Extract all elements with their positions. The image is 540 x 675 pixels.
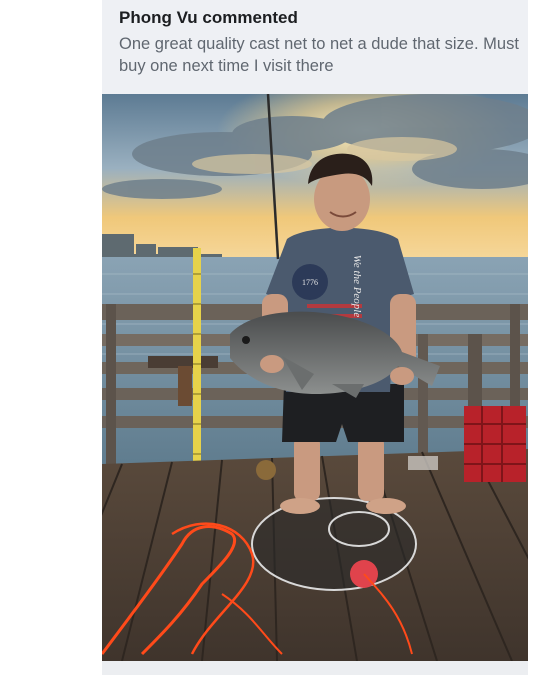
post-card: Phong Vu commented One great quality cas…	[102, 0, 528, 675]
comment-notification[interactable]: Phong Vu commented One great quality cas…	[102, 0, 528, 94]
deck-debris	[256, 460, 276, 480]
comment-text: One great quality cast net to net a dude…	[119, 35, 519, 75]
shirt-year: 1776	[302, 278, 318, 287]
card-bottom-edge	[102, 661, 528, 675]
red-crate	[464, 406, 526, 482]
shirt-slogan: We the People	[351, 255, 363, 318]
post-photo[interactable]: 1776 We the People	[102, 94, 528, 661]
commenter-name[interactable]: Phong Vu commented	[119, 8, 298, 28]
